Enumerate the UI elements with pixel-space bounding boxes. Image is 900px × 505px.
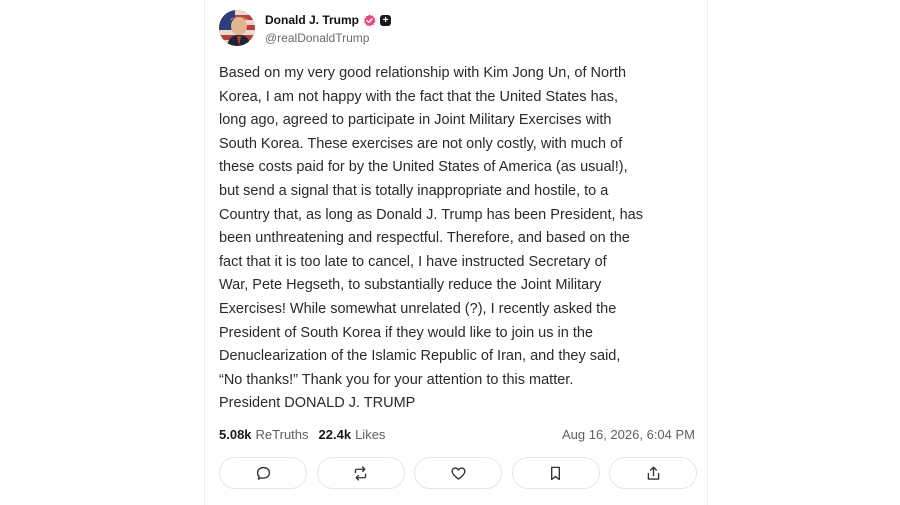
post-stats: 5.08k ReTruths 22.4k Likes Aug 16, 2026,… (219, 425, 695, 443)
retruth-button[interactable] (316, 457, 405, 489)
share-icon (647, 466, 659, 480)
like-button[interactable] (414, 457, 502, 489)
bookmark-button[interactable] (511, 457, 600, 489)
likes-label[interactable]: Likes (355, 427, 385, 442)
action-bar (219, 457, 697, 491)
display-name[interactable]: Donald J. Trump (265, 13, 359, 27)
reply-icon (256, 466, 270, 480)
reply-button[interactable] (219, 457, 307, 489)
retruth-icon (354, 465, 367, 481)
author-info: Donald J. Trump + @realDonaldTrump (265, 12, 392, 45)
avatar-image (219, 10, 255, 46)
post-timestamp[interactable]: Aug 16, 2026, 6:04 PM (562, 427, 695, 442)
user-handle[interactable]: @realDonaldTrump (265, 31, 391, 45)
like-icon (450, 466, 466, 480)
verified-badge-icon (364, 14, 376, 27)
likes-count[interactable]: 22.4k (319, 427, 352, 442)
post-card: Donald J. Trump + @realDonaldTrump Based… (204, 0, 708, 505)
share-button[interactable] (609, 457, 697, 489)
post-text: Based on my very good relationship with … (219, 65, 643, 412)
bookmark-icon (550, 466, 561, 480)
retruths-label[interactable]: ReTruths (256, 427, 309, 442)
avatar[interactable] (219, 10, 255, 46)
plus-badge-icon: + (380, 14, 392, 26)
post-header: Donald J. Trump + @realDonaldTrump (219, 10, 392, 46)
retruths-count[interactable]: 5.08k (219, 427, 252, 442)
